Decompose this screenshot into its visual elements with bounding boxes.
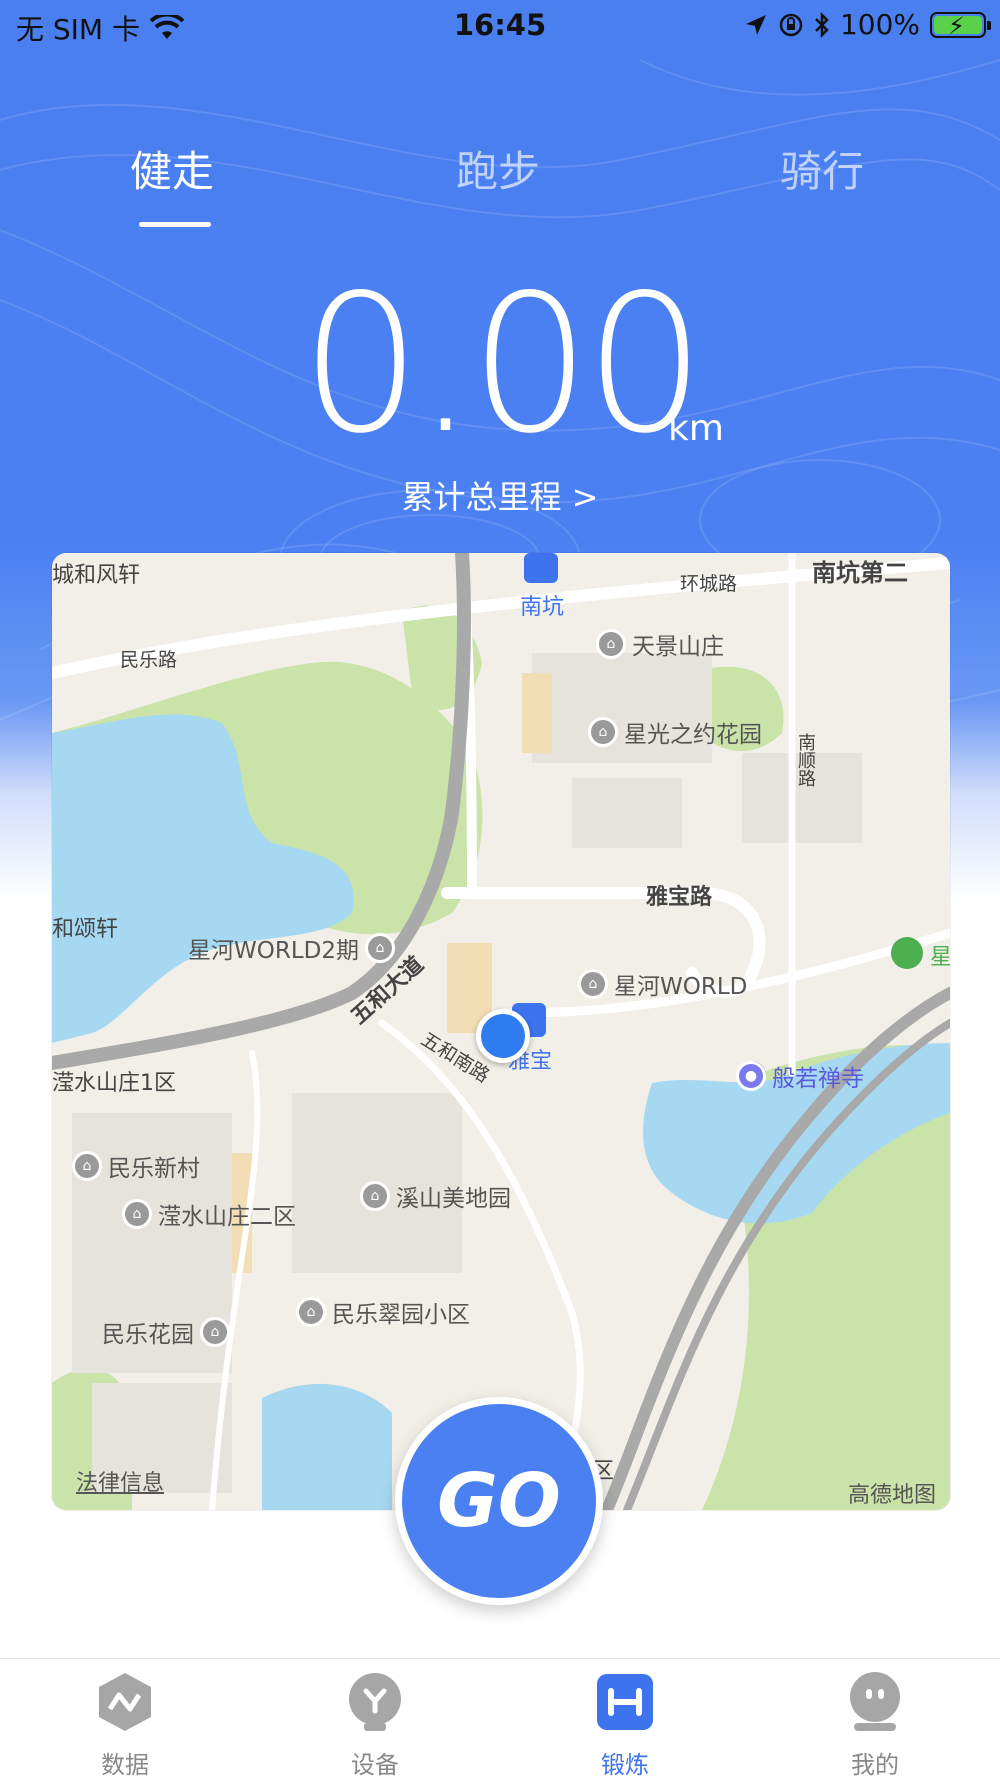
poi[interactable]: ⌂ 天景山庄 — [596, 627, 724, 661]
data-icon — [99, 1673, 151, 1731]
bluetooth-icon — [815, 11, 829, 38]
nav-label: 我的 — [851, 1751, 899, 1779]
poi[interactable]: ● 般若禅寺 — [736, 1059, 864, 1093]
road-label: 雅宝路 — [646, 885, 713, 910]
poi[interactable]: ⌂ 星光之约花园 — [588, 715, 762, 749]
home-pin-icon: ⌂ — [360, 1181, 390, 1211]
orientation-lock-icon — [779, 13, 803, 36]
distance-unit: km — [668, 408, 724, 449]
road-label: 民乐路 — [120, 649, 178, 671]
poi[interactable]: ⌂ 民乐花园 — [102, 1315, 230, 1349]
nav-label: 锻炼 — [601, 1751, 649, 1779]
poi[interactable]: ⌂ 民乐新村 — [72, 1149, 200, 1183]
go-button[interactable]: GO — [395, 1397, 603, 1605]
nav-item-profile[interactable]: 我的 — [805, 1671, 945, 1780]
distance-display: 0.00 km — [0, 270, 1000, 460]
battery-icon: ⚡ — [930, 11, 991, 40]
map-label: 南坑第二 — [812, 559, 908, 587]
total-distance-link[interactable]: 累计总里程 > — [0, 472, 1000, 518]
profile-icon — [850, 1672, 900, 1731]
home-pin-icon: ⌂ — [72, 1151, 102, 1181]
bottom-nav: 数据 设备 锻炼 我的 — [0, 1658, 1000, 1779]
distance-value: 0.00 — [300, 254, 705, 475]
home-pin-icon: ⌂ — [596, 629, 626, 659]
temple-pin-icon: ● — [736, 1061, 766, 1091]
battery-percent: 100% — [839, 8, 920, 41]
poi[interactable]: ⌂ 溪山美地园 — [360, 1179, 511, 1213]
nav-item-device[interactable]: 设备 — [305, 1671, 445, 1780]
map-provider-logo: 高德地图 — [847, 1483, 936, 1508]
tab-run[interactable]: 跑步 — [398, 138, 598, 199]
home-pin-icon: ⌂ — [588, 717, 618, 747]
tab-cycle[interactable]: 骑行 — [722, 138, 922, 199]
poi[interactable]: ⌂ 民乐翠园小区 — [296, 1295, 470, 1329]
map-label: 和颂轩 — [52, 917, 119, 942]
road-label: 环城路 — [680, 573, 738, 595]
legal-info-link[interactable]: 法律信息 — [76, 1465, 164, 1497]
station-label: 南坑 — [520, 595, 565, 620]
exercise-icon — [597, 1674, 653, 1730]
map-view[interactable]: 城和风轩 环城路 南坑第二 民乐路 南坑 南顺路 雅宝路 和颂轩 五和大道 五和… — [52, 553, 950, 1510]
tab-walk[interactable]: 健走 — [72, 138, 272, 199]
device-icon — [349, 1673, 401, 1731]
map-label: 滢水山庄1区 — [52, 1071, 176, 1096]
nav-item-exercise[interactable]: 锻炼 — [555, 1671, 695, 1780]
current-location-dot — [476, 1009, 530, 1063]
nav-label: 数据 — [101, 1751, 149, 1779]
home-pin-icon: ⌂ — [122, 1199, 152, 1229]
home-pin-icon: ⌂ — [364, 933, 395, 963]
map-label: 城和风轩 — [52, 563, 141, 588]
poi[interactable]: ⌂ 滢水山庄二区 — [122, 1197, 296, 1231]
status-bar: 无 SIM 卡 16:45 100% ⚡ — [0, 0, 1000, 50]
location-arrow-icon — [745, 14, 766, 35]
home-pin-icon: ⌂ — [200, 1317, 230, 1347]
map-label: 星 — [930, 945, 950, 970]
home-pin-icon: ⌂ — [578, 969, 608, 999]
poi[interactable]: ⌂ 星河WORLD2期 — [188, 931, 395, 965]
nav-item-data[interactable]: 数据 — [55, 1671, 195, 1780]
tab-active-indicator — [139, 222, 211, 227]
home-pin-icon: ⌂ — [296, 1297, 326, 1327]
nav-label: 设备 — [351, 1751, 399, 1779]
road-label: 南顺路 — [795, 733, 816, 787]
poi[interactable]: ⌂ 星河WORLD — [578, 967, 747, 1001]
